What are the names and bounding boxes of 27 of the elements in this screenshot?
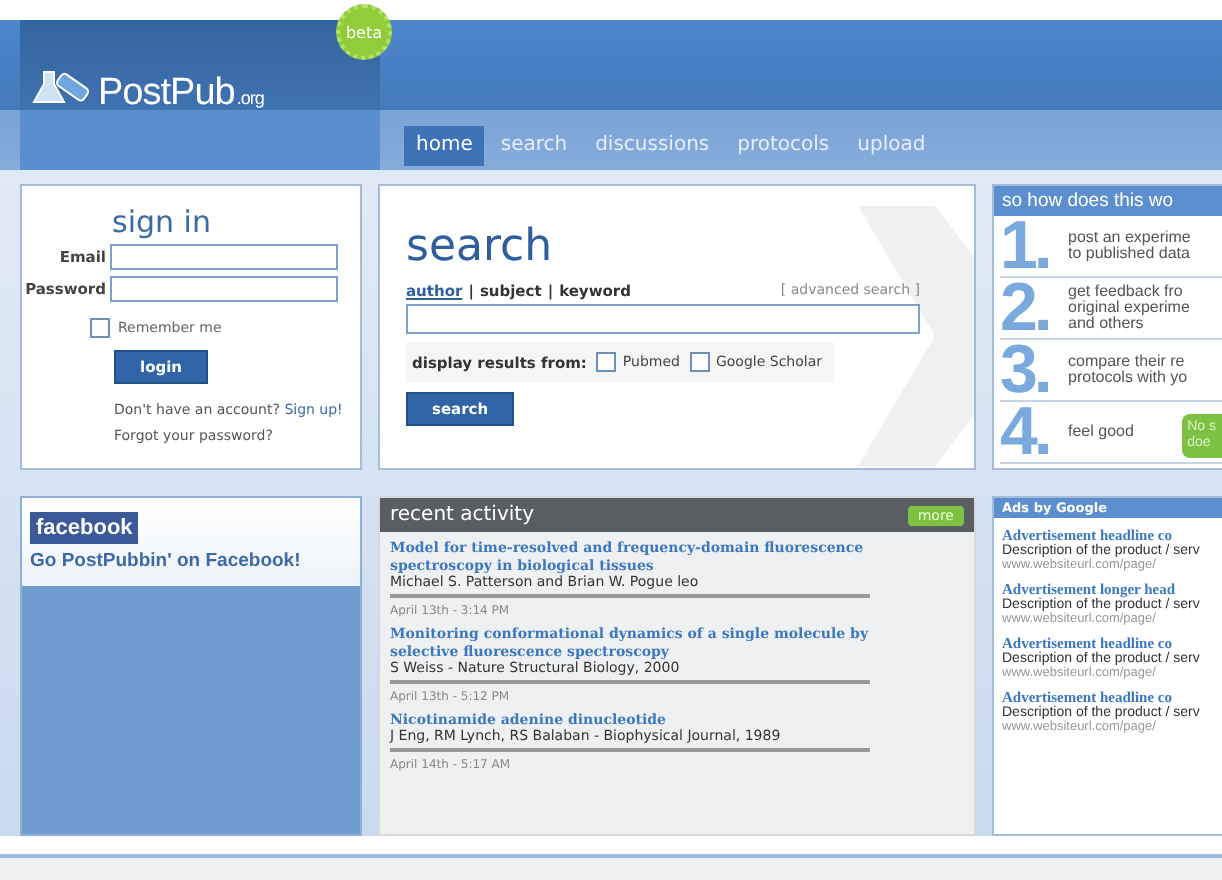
step-number: 3. xyxy=(1000,340,1051,400)
step-text-line: post an experime xyxy=(1068,230,1191,246)
step-text-line: protocols with yo xyxy=(1068,370,1188,386)
sign-in-heading: sign in xyxy=(112,206,213,238)
nav-tab[interactable]: home xyxy=(404,126,485,166)
site-logo[interactable]: PostPub.org xyxy=(98,72,264,116)
step-text-line: and others xyxy=(1068,316,1144,332)
password-field[interactable] xyxy=(110,276,338,302)
step-text-line: original experime xyxy=(1068,300,1190,316)
checkbox[interactable] xyxy=(689,352,710,372)
step-number: 4. xyxy=(1000,402,1051,462)
step-text-line: compare their re xyxy=(1068,354,1187,370)
step-text-line: feel good xyxy=(1068,424,1134,440)
email-field[interactable] xyxy=(110,244,338,270)
step-number: 2. xyxy=(1000,278,1051,338)
facebook-logo[interactable]: facebook xyxy=(30,512,139,544)
search-field[interactable] xyxy=(406,304,920,334)
facebook-link[interactable]: Go PostPubbin' on Facebook! xyxy=(30,550,301,572)
search-heading: search xyxy=(406,226,555,270)
step-number: 1. xyxy=(1000,216,1051,276)
checkbox[interactable] xyxy=(596,352,617,372)
step-text-line: get feedback fro xyxy=(1068,284,1185,300)
step-text-line: to published data xyxy=(1068,246,1191,262)
panel-title: recent activity xyxy=(390,504,534,526)
checkbox[interactable] xyxy=(90,318,110,338)
beta-badge: beta xyxy=(336,4,392,60)
panel-title: so how does this wo xyxy=(994,186,1222,216)
